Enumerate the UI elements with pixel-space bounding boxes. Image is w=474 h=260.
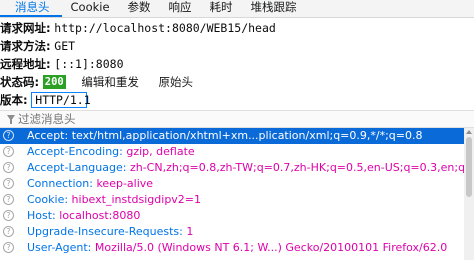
header-row-upgrade-insecure-requests[interactable]: ? Upgrade-Insecure-Requests: 1 xyxy=(0,224,474,240)
tab-cookie[interactable]: Cookie xyxy=(62,0,119,17)
header-name: Host: xyxy=(27,209,56,222)
header-value: gzip, deflate xyxy=(126,145,195,158)
remote-value: [::1]:8080 xyxy=(54,57,124,71)
header-name: Connection: xyxy=(27,177,93,190)
filter-icon xyxy=(7,115,15,124)
method-label: 请求方法: xyxy=(0,39,51,53)
help-icon[interactable]: ? xyxy=(3,162,14,173)
header-row-host[interactable]: ? Host: localhost:8080 xyxy=(0,208,474,224)
edit-resend-button[interactable]: 编辑和重发 xyxy=(81,75,139,89)
help-icon[interactable]: ? xyxy=(3,146,14,157)
header-name: User-Agent: xyxy=(27,241,92,254)
header-row-accept-encoding[interactable]: ? Accept-Encoding: gzip, deflate xyxy=(0,144,474,160)
tab-response[interactable]: 响应 xyxy=(160,0,201,17)
version-value[interactable]: HTTP/1.1 xyxy=(31,92,91,108)
header-value: zh-CN,zh;q=0.8,zh-TW;q=0.7,zh-HK;q=0.5,e… xyxy=(129,161,474,174)
help-icon[interactable]: ? xyxy=(3,210,14,221)
url-value: http://localhost:8080/WEB15/head xyxy=(54,21,276,35)
header-value: localhost:8080 xyxy=(59,209,141,222)
header-name: Accept-Encoding: xyxy=(27,145,123,158)
summary-url-row: 请求网址: http://localhost:8080/WEB15/head xyxy=(0,19,276,37)
header-row-user-agent[interactable]: ? User-Agent: Mozilla/5.0 (Windows NT 6.… xyxy=(0,240,474,256)
version-label: 版本: xyxy=(0,93,28,107)
filter-headers-input[interactable] xyxy=(18,111,458,127)
help-icon[interactable]: ? xyxy=(3,226,14,237)
raw-headers-button[interactable]: 原始头 xyxy=(159,75,194,89)
tab-stack-trace[interactable]: 堆栈跟踪 xyxy=(242,0,306,17)
filter-bar xyxy=(0,110,474,128)
method-value: GET xyxy=(54,39,76,53)
summary-remote-row: 远程地址: [::1]:8080 xyxy=(0,55,124,73)
header-name: Upgrade-Insecure-Requests: xyxy=(27,225,183,238)
tab-timings[interactable]: 耗时 xyxy=(201,0,242,17)
header-name: Cookie: xyxy=(27,193,69,206)
help-icon[interactable]: ? xyxy=(3,178,14,189)
help-icon[interactable]: ? xyxy=(3,130,14,141)
summary-method-row: 请求方法: GET xyxy=(0,37,75,55)
header-value: hibext_instdsigdipv2=1 xyxy=(71,193,202,206)
summary-status-row: 状态码: 200 编辑和重发 原始头 xyxy=(0,73,209,91)
header-row-accept[interactable]: ? Accept: text/html,application/xhtml+xm… xyxy=(0,128,474,144)
scrollbar[interactable] xyxy=(464,128,474,260)
header-value: text/html,application/xhtml+xm...plicati… xyxy=(71,129,423,142)
header-row-accept-language[interactable]: ? Accept-Language: zh-CN,zh;q=0.8,zh-TW;… xyxy=(0,160,474,176)
status-badge: 200 xyxy=(42,75,66,89)
tab-bar: 消息头 Cookie 参数 响应 耗时 堆栈跟踪 xyxy=(0,0,474,18)
header-name: Accept-Language: xyxy=(27,161,127,174)
header-value: 1 xyxy=(186,225,194,238)
request-headers-list: ? Accept: text/html,application/xhtml+xm… xyxy=(0,128,474,260)
header-row-connection[interactable]: ? Connection: keep-alive xyxy=(0,176,474,192)
header-value: keep-alive xyxy=(96,177,154,190)
tab-headers[interactable]: 消息头 xyxy=(0,0,62,17)
scroll-up-arrow-icon[interactable] xyxy=(466,130,472,134)
help-icon[interactable]: ? xyxy=(3,194,14,205)
url-label: 请求网址: xyxy=(0,21,51,35)
help-icon[interactable]: ? xyxy=(3,242,14,253)
header-row-cookie[interactable]: ? Cookie: hibext_instdsigdipv2=1 xyxy=(0,192,474,208)
status-label: 状态码: xyxy=(0,75,40,89)
header-value: Mozilla/5.0 (Windows NT 6.1; W...) Gecko… xyxy=(94,241,448,254)
scroll-thumb[interactable] xyxy=(466,137,472,197)
tab-params[interactable]: 参数 xyxy=(119,0,160,17)
summary-version-row: 版本: HTTP/1.1 xyxy=(0,91,91,109)
remote-label: 远程地址: xyxy=(0,57,51,71)
header-name: Accept: xyxy=(27,129,69,142)
